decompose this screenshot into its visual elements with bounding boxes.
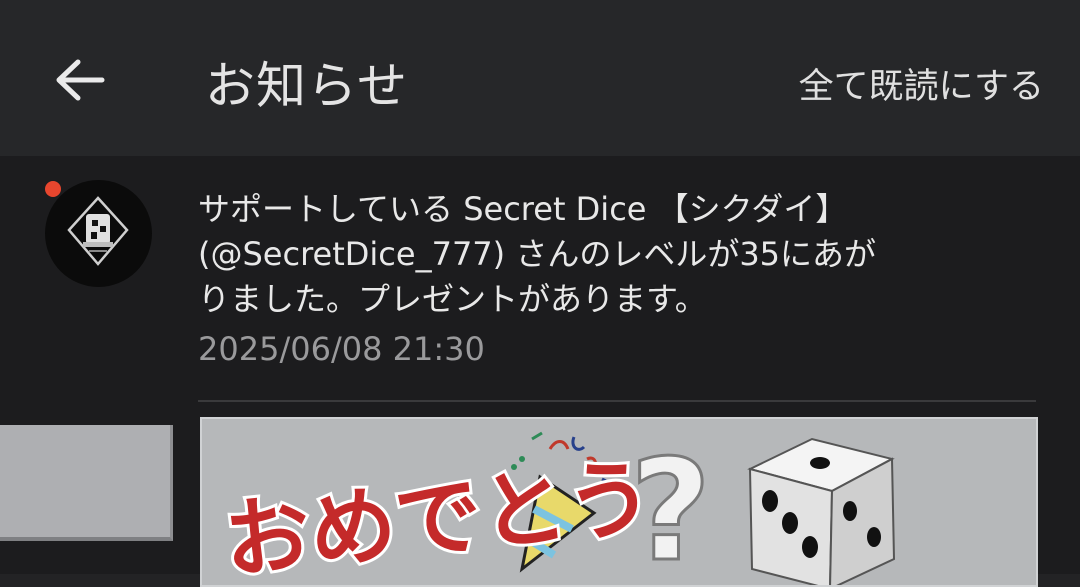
page-title: お知らせ [205,57,408,115]
level-up-banner-image[interactable]: おめでとう ? [200,417,1038,587]
secret-dice-logo-icon [67,196,129,266]
question-mark-icon: ? [630,430,711,587]
previous-image-thumbnail [0,425,173,541]
message-line: (@SecretDice_777) さんのレベルが35にあが [198,235,877,273]
notification-timestamp: 2025/06/08 21:30 [198,330,485,368]
banner-text: おめでとう [219,448,657,587]
divider [198,400,1036,402]
arrow-left-icon [56,59,105,101]
mark-all-read-button[interactable]: 全て既読にする [799,58,1044,109]
notification-message[interactable]: サポートしている Secret Dice 【シクダイ】 (@SecretDice… [198,187,998,322]
dice-icon [747,437,896,585]
avatar[interactable] [45,180,152,287]
message-line: サポートしている Secret Dice 【シクダイ】 [198,190,848,228]
app-header: お知らせ 全て既読にする [0,0,1080,156]
message-line: りました。プレゼントがあります。 [198,280,707,318]
unread-indicator [45,181,61,197]
back-button[interactable] [40,40,120,120]
